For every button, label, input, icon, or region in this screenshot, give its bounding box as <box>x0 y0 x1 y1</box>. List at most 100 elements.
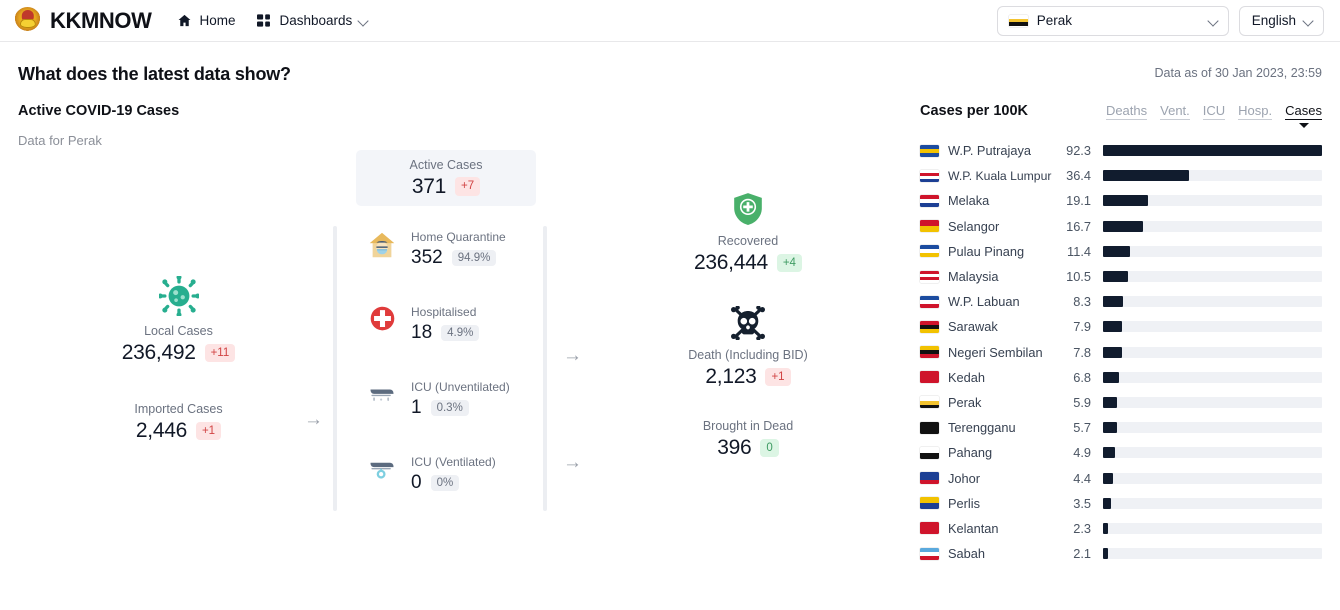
ranking-row-value: 8.3 <box>1073 294 1091 310</box>
nav-right-group: Perak English <box>996 5 1324 36</box>
tab-cases[interactable]: Cases <box>1285 103 1322 120</box>
icu-ventilator-icon <box>366 451 398 481</box>
ranking-row-name: Sabah <box>948 546 986 562</box>
local-cases-label: Local Cases <box>144 324 213 338</box>
ranking-row-value: 16.7 <box>1066 218 1091 234</box>
language-select[interactable]: English <box>1238 5 1324 36</box>
home-quarantine-pct: 94.9% <box>451 250 497 266</box>
active-cases-card: Active Cases 371 +7 <box>356 150 536 206</box>
ranking-row[interactable]: Terengganu 5.7 <box>920 415 1322 440</box>
ranking-row-bar <box>1103 346 1122 358</box>
recovered-block: Recovered 236,444 +4 <box>643 192 853 275</box>
icu-ventilated-label: ICU (Ventilated) <box>411 455 496 469</box>
sabah-flag-icon <box>920 547 939 560</box>
ranking-header: Cases per 100K Deaths Vent. ICU Hosp. Cases <box>920 103 1322 120</box>
ranking-row-bar <box>1103 245 1131 257</box>
death-block: Death (Including BID) 2,123 +1 <box>643 306 853 389</box>
ranking-row[interactable]: W.P. Labuan 8.3 <box>920 289 1322 314</box>
ranking-row[interactable]: Perak 5.9 <box>920 390 1322 415</box>
ranking-row[interactable]: Pulau Pinang 11.4 <box>920 239 1322 264</box>
ranking-row-value: 10.5 <box>1066 269 1091 285</box>
ranking-row-bar-track <box>1103 472 1322 484</box>
tab-hosp[interactable]: Hosp. <box>1238 103 1273 120</box>
ranking-row[interactable]: Sarawak 7.9 <box>920 314 1322 339</box>
ranking-row[interactable]: Negeri Sembilan 7.8 <box>920 340 1322 365</box>
ranking-row-name: Perlis <box>948 495 980 511</box>
ranking-row[interactable]: Melaka 19.1 <box>920 188 1322 213</box>
home-quarantine-values: 352 94.9% <box>411 247 506 269</box>
ranking-row[interactable]: Perlis 3.5 <box>920 491 1322 516</box>
local-cases-row: 236,492 +11 <box>76 341 281 365</box>
ranking-row-name: Sarawak <box>948 319 998 335</box>
home-quarantine-icon <box>366 226 398 260</box>
ranking-row[interactable]: W.P. Putrajaya 92.3 <box>920 138 1322 163</box>
sarawak-flag-icon <box>920 320 939 333</box>
ranking-row-bar-track <box>1103 346 1322 358</box>
bracket-left <box>333 226 337 511</box>
icu-unventilated-value: 1 <box>411 397 422 418</box>
johor-flag-icon <box>920 472 939 485</box>
breakdown-text: ICU (Ventilated) 0 0% <box>411 451 496 494</box>
ranking-row-bar-track <box>1103 548 1322 560</box>
labuan-flag-icon <box>920 295 939 308</box>
terengganu-flag-icon <box>920 421 939 434</box>
ranking-row-bar-track <box>1103 321 1322 333</box>
ranking-row-bar <box>1103 271 1128 283</box>
nav-item-dashboards[interactable]: Dashboards <box>257 13 369 28</box>
cases-origin-group: Local Cases 236,492 +11 Imported Cases 2… <box>76 276 281 443</box>
active-cases-row: 371 +7 <box>412 175 481 199</box>
ranking-row[interactable]: W.P. Kuala Lumpur 36.4 <box>920 163 1322 188</box>
kl-flag-icon <box>920 169 939 182</box>
icu-ventilated-values: 0 0% <box>411 472 496 494</box>
ranking-row-bar <box>1103 497 1112 509</box>
nav-item-home[interactable]: Home <box>177 13 235 28</box>
ranking-row-name: Johor <box>948 470 981 486</box>
hospital-cross-icon <box>366 301 398 332</box>
flow-diagram: → → → Local Cases 236,492 +11 Imported C… <box>18 148 902 568</box>
perlis-flag-icon <box>920 497 939 510</box>
active-cases-label: Active Cases <box>409 157 483 172</box>
page-header: What does the latest data show? Data as … <box>0 42 1340 85</box>
ranking-row-value: 2.1 <box>1073 546 1091 562</box>
penang-flag-icon <box>920 245 939 258</box>
ranking-row-value: 7.9 <box>1073 319 1091 335</box>
tab-deaths[interactable]: Deaths <box>1105 103 1148 120</box>
kelantan-flag-icon <box>920 522 939 535</box>
state-select[interactable]: Perak <box>996 5 1229 36</box>
ranking-row[interactable]: Kedah 6.8 <box>920 365 1322 390</box>
ranking-row-bar-track <box>1103 371 1322 383</box>
ranking-row[interactable]: Malaysia 10.5 <box>920 264 1322 289</box>
active-cases-delta-badge: +7 <box>455 177 481 196</box>
tab-icu[interactable]: ICU <box>1202 103 1226 120</box>
ranking-row-name: Pulau Pinang <box>948 243 1025 259</box>
ranking-row-flag <box>920 346 939 359</box>
imported-cases-delta-badge: +1 <box>195 421 222 441</box>
cases-per-100k-panel: Cases per 100K Deaths Vent. ICU Hosp. Cases … <box>902 103 1322 568</box>
ranking-row[interactable]: Pahang 4.9 <box>920 440 1322 465</box>
ranking-row-flag <box>920 371 939 384</box>
ranking-row-flag <box>920 144 939 157</box>
ranking-row-bar <box>1103 396 1117 408</box>
ranking-row-flag <box>920 522 939 535</box>
brand[interactable]: KKMNOW <box>14 7 152 34</box>
imported-cases-value: 2,446 <box>135 419 187 442</box>
ranking-row-bar <box>1103 145 1322 157</box>
icu-unventilated-values: 1 0.3% <box>411 397 510 419</box>
hospitalised-value: 18 <box>411 322 433 343</box>
virus-icon <box>76 276 281 316</box>
ranking-row-value: 4.4 <box>1073 470 1091 486</box>
ranking-row[interactable]: Kelantan 2.3 <box>920 516 1322 541</box>
ranking-row[interactable]: Selangor 16.7 <box>920 214 1322 239</box>
ranking-row-flag <box>920 270 939 283</box>
recovered-row: 236,444 +4 <box>643 251 853 275</box>
ranking-row-value: 11.4 <box>1067 243 1091 259</box>
ranking-row-bar <box>1103 220 1143 232</box>
selangor-flag-icon <box>920 220 939 233</box>
tab-vent[interactable]: Vent. <box>1160 103 1190 120</box>
ranking-row-flag <box>920 220 939 233</box>
breakdown-list: Home Quarantine 352 94.9% Hospitalised 1… <box>366 226 546 526</box>
icu-ventilated-pct: 0% <box>430 475 460 491</box>
ranking-row-bar <box>1103 296 1123 308</box>
ranking-row[interactable]: Sabah 2.1 <box>920 541 1322 566</box>
ranking-row[interactable]: Johor 4.4 <box>920 465 1322 490</box>
